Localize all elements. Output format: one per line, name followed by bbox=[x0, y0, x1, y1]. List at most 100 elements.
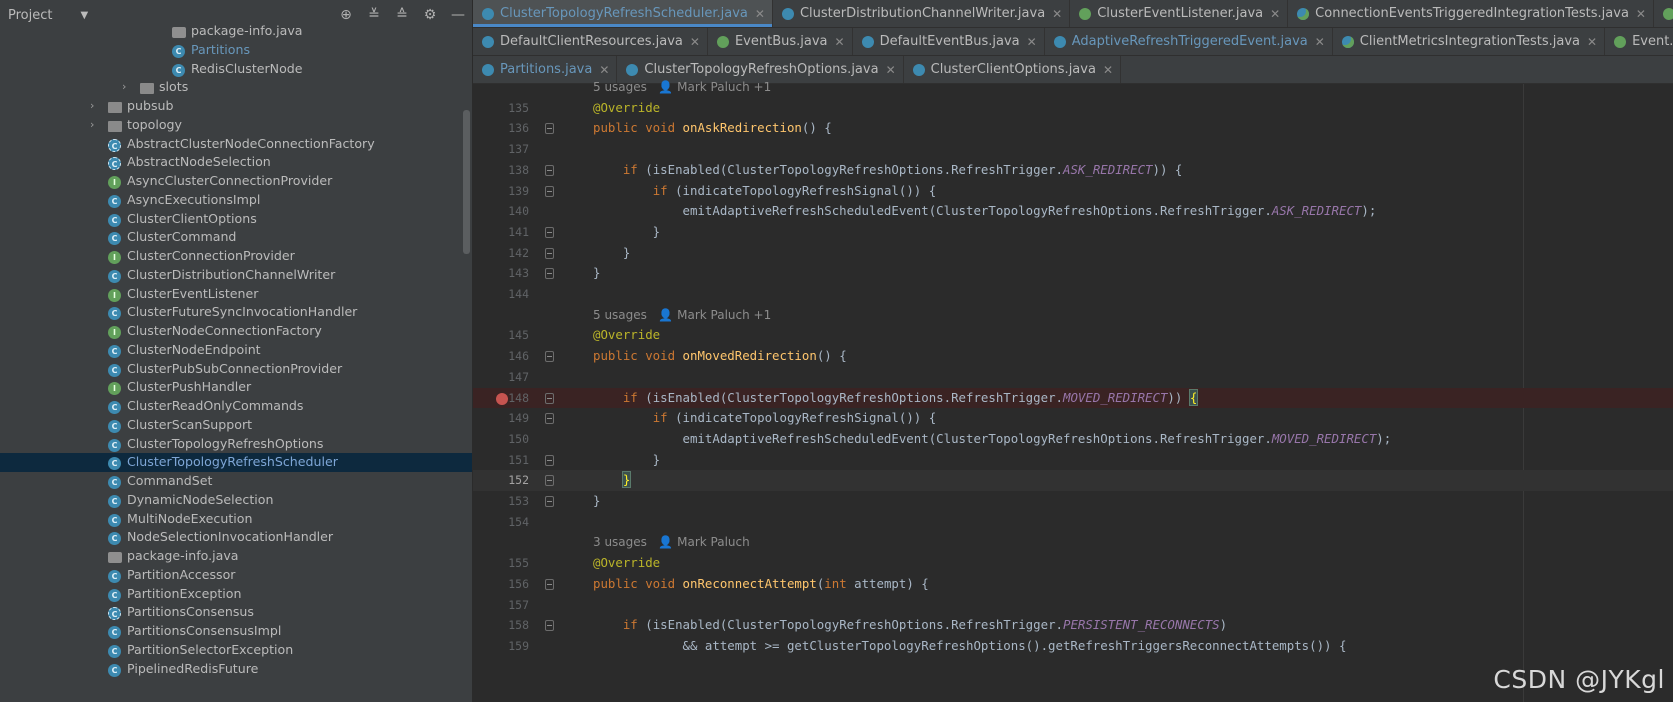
chevron-down-icon[interactable]: ▼ bbox=[80, 10, 88, 21]
tree-item[interactable]: C ClusterTopologyRefreshOptions bbox=[0, 435, 472, 454]
fold-icon[interactable] bbox=[545, 475, 554, 487]
fold-icon[interactable] bbox=[545, 351, 554, 363]
inlay-hint-line[interactable]: 5 usages 👤 Mark Paluch +1 bbox=[473, 305, 1673, 326]
tree-item[interactable]: C AsyncExecutionsImpl bbox=[0, 191, 472, 210]
code-line[interactable]: 148 if (isEnabled(ClusterTopologyRefresh… bbox=[473, 387, 1673, 409]
tree-item[interactable]: › pubsub bbox=[0, 97, 472, 116]
tree-item[interactable]: › slots bbox=[0, 78, 472, 97]
tree-item[interactable]: C CommandSet bbox=[0, 472, 472, 491]
inlay-hint-line[interactable]: 5 usages 👤 Mark Paluch +1 bbox=[473, 77, 1673, 98]
code-line[interactable]: 147 bbox=[473, 367, 1673, 388]
tree-item[interactable]: C NodeSelectionInvocationHandler bbox=[0, 528, 472, 547]
code-line[interactable]: 151 } bbox=[473, 450, 1673, 471]
editor-tab[interactable]: ClusterTopologyRefreshScheduler.java ✕ bbox=[473, 0, 773, 27]
tree-item[interactable]: I ClusterNodeConnectionFactory bbox=[0, 322, 472, 341]
code-line[interactable]: 140 emitAdaptiveRefreshScheduledEvent(Cl… bbox=[473, 201, 1673, 222]
line-number[interactable]: 145 bbox=[473, 325, 529, 346]
editor-tab[interactable]: ClusterEventListener.java ✕ bbox=[1070, 0, 1289, 27]
chevron-right-icon[interactable]: › bbox=[90, 97, 100, 116]
tree-item[interactable]: I ClusterEventListener bbox=[0, 285, 472, 304]
line-number[interactable]: 159 bbox=[473, 636, 529, 657]
fold-icon[interactable] bbox=[545, 268, 554, 280]
tree-item[interactable]: I ClusterPushHandler bbox=[0, 378, 472, 397]
fold-icon[interactable] bbox=[545, 123, 554, 135]
close-icon[interactable]: ✕ bbox=[1587, 35, 1597, 49]
close-icon[interactable]: ✕ bbox=[835, 35, 845, 49]
tree-item[interactable]: C ClusterFutureSyncInvocationHandler bbox=[0, 303, 472, 322]
tree-item[interactable]: C ClusterPubSubConnectionProvider bbox=[0, 360, 472, 379]
tree-item[interactable]: C PipelinedRedisFuture bbox=[0, 660, 472, 679]
code-line[interactable]: 153} bbox=[473, 491, 1673, 512]
tree-item[interactable]: C ClusterScanSupport bbox=[0, 416, 472, 435]
close-icon[interactable]: ✕ bbox=[599, 63, 609, 77]
line-number[interactable]: 142 bbox=[473, 243, 529, 264]
tree-item[interactable]: C ClusterTopologyRefreshScheduler bbox=[0, 453, 472, 472]
editor-tab[interactable]: AdaptiveRefreshTriggeredEvent.java ✕ bbox=[1045, 28, 1333, 55]
fold-icon[interactable] bbox=[545, 578, 554, 590]
chevron-right-icon[interactable]: › bbox=[122, 78, 132, 97]
code-line[interactable]: 136 public void onAskRedirection() { bbox=[473, 118, 1673, 139]
editor-tab[interactable]: Event.java✕ bbox=[1605, 28, 1673, 55]
line-number[interactable]: 135 bbox=[473, 98, 529, 119]
line-number[interactable]: 149 bbox=[473, 408, 529, 429]
line-number[interactable]: 137 bbox=[473, 139, 529, 160]
fold-icon[interactable] bbox=[545, 185, 554, 197]
tree-item[interactable]: package-info.java bbox=[0, 22, 472, 41]
code-line[interactable]: 158 if (isEnabled(ClusterTopologyRefresh… bbox=[473, 615, 1673, 636]
line-number[interactable]: 136 bbox=[473, 118, 529, 139]
close-icon[interactable]: ✕ bbox=[1636, 7, 1646, 21]
project-scrollbar[interactable] bbox=[463, 110, 470, 254]
usages-hint[interactable]: 3 usages 👤 Mark Paluch bbox=[593, 532, 750, 553]
editor-tab[interactable]: DefaultEventBus.java ✕ bbox=[853, 28, 1045, 55]
tree-item[interactable]: C PartitionSelectorException bbox=[0, 641, 472, 660]
editor-tab[interactable]: EventBus.java ✕ bbox=[708, 28, 853, 55]
code-editor[interactable]: 5 usages 👤 Mark Paluch +1 135 @Override 136… bbox=[473, 80, 1673, 702]
line-number[interactable]: 151 bbox=[473, 450, 529, 471]
code-line[interactable]: 145 @Override bbox=[473, 325, 1673, 346]
close-icon[interactable]: ✕ bbox=[1027, 35, 1037, 49]
line-number[interactable]: 156 bbox=[473, 574, 529, 595]
line-number[interactable]: 139 bbox=[473, 181, 529, 202]
fold-icon[interactable] bbox=[545, 620, 554, 632]
tree-item[interactable]: C ClusterNodeEndpoint bbox=[0, 341, 472, 360]
line-number[interactable]: 141 bbox=[473, 222, 529, 243]
tree-item[interactable]: I ClusterConnectionProvider bbox=[0, 247, 472, 266]
line-number[interactable]: 146 bbox=[473, 346, 529, 367]
fold-icon[interactable] bbox=[545, 164, 554, 176]
tree-item[interactable]: C Partitions bbox=[0, 41, 472, 60]
fold-icon[interactable] bbox=[545, 392, 554, 404]
tree-item[interactable]: C RedisClusterNode bbox=[0, 60, 472, 79]
code-line[interactable]: 141 } bbox=[473, 222, 1673, 243]
code-line[interactable]: 135 @Override bbox=[473, 98, 1673, 119]
line-number[interactable]: 157 bbox=[473, 595, 529, 616]
line-number[interactable]: 154 bbox=[473, 512, 529, 533]
usages-hint[interactable]: 5 usages 👤 Mark Paluch +1 bbox=[593, 77, 771, 98]
tree-item[interactable]: C ClusterClientOptions bbox=[0, 210, 472, 229]
code-line[interactable]: 152 } bbox=[473, 470, 1673, 491]
line-number[interactable]: 147 bbox=[473, 367, 529, 388]
tree-item[interactable]: C MultiNodeExecution bbox=[0, 510, 472, 529]
tree-item[interactable]: I AsyncClusterConnectionProvider bbox=[0, 172, 472, 191]
tree-item[interactable]: C ClusterReadOnlyCommands bbox=[0, 397, 472, 416]
tree-item[interactable]: › topology bbox=[0, 116, 472, 135]
line-number[interactable]: 140 bbox=[473, 201, 529, 222]
tree-item[interactable]: C AbstractClusterNodeConnectionFactory bbox=[0, 135, 472, 154]
fold-icon[interactable] bbox=[545, 247, 554, 259]
editor-tab[interactable]: ClientResources.java✕ bbox=[1654, 0, 1673, 27]
editor-tab[interactable]: DefaultClientResources.java ✕ bbox=[473, 28, 708, 55]
close-icon[interactable]: ✕ bbox=[1315, 35, 1325, 49]
tree-item[interactable]: C ClusterCommand bbox=[0, 228, 472, 247]
tree-item[interactable]: C PartitionAccessor bbox=[0, 566, 472, 585]
code-line[interactable]: 144 bbox=[473, 284, 1673, 305]
code-line[interactable]: 138 if (isEnabled(ClusterTopologyRefresh… bbox=[473, 160, 1673, 181]
chevron-right-icon[interactable]: › bbox=[90, 116, 100, 135]
code-line[interactable]: 154 bbox=[473, 512, 1673, 533]
line-number[interactable]: 152 bbox=[473, 470, 529, 491]
close-icon[interactable]: ✕ bbox=[1103, 63, 1113, 77]
code-line[interactable]: 139 if (indicateTopologyRefreshSignal())… bbox=[473, 181, 1673, 202]
fold-icon[interactable] bbox=[545, 413, 554, 425]
breakpoint-icon[interactable] bbox=[496, 392, 508, 405]
editor-tab[interactable]: ConnectionEventsTriggeredIntegrationTest… bbox=[1288, 0, 1654, 27]
line-number[interactable]: 150 bbox=[473, 429, 529, 450]
inlay-hint-line[interactable]: 3 usages 👤 Mark Paluch bbox=[473, 532, 1673, 553]
